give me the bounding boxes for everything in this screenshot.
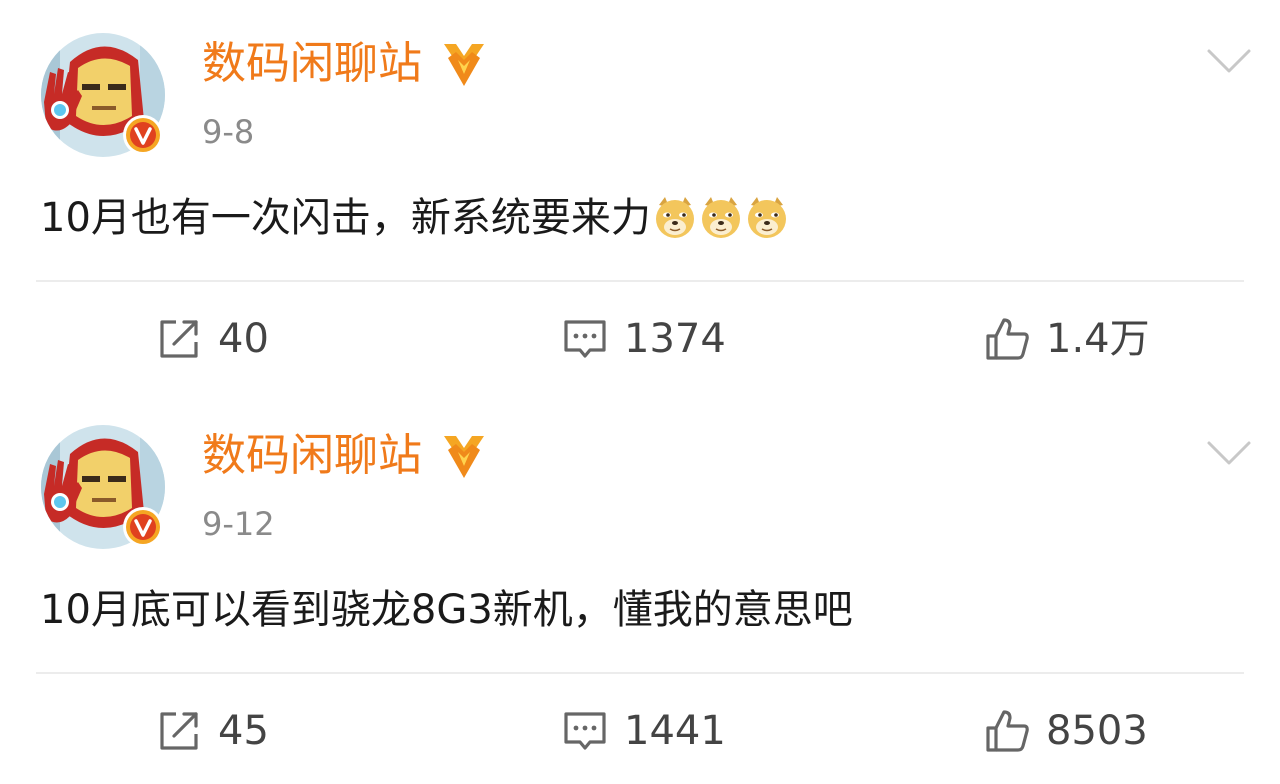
doge-emoji-icon bbox=[701, 197, 740, 238]
post-date: 9-12 bbox=[202, 505, 275, 543]
chevron-down-icon[interactable] bbox=[1206, 48, 1252, 76]
repost-button[interactable]: 40 bbox=[154, 314, 269, 364]
chevron-down-icon[interactable] bbox=[1206, 440, 1252, 468]
comment-count: 1441 bbox=[624, 708, 726, 754]
post-text: 10月也有一次闪击，新系统要来力 bbox=[40, 195, 651, 241]
repost-count: 45 bbox=[218, 708, 269, 754]
gold-medal-icon[interactable] bbox=[438, 40, 490, 88]
comment-icon bbox=[564, 712, 606, 750]
username[interactable]: 数码闲聊站 bbox=[202, 430, 422, 482]
verified-v-icon bbox=[123, 115, 163, 155]
gold-medal-icon[interactable] bbox=[438, 432, 490, 480]
repost-icon bbox=[160, 712, 198, 750]
comment-icon bbox=[564, 320, 606, 358]
repost-icon bbox=[160, 320, 198, 358]
divider bbox=[36, 672, 1244, 674]
doge-emoji-icon bbox=[747, 197, 786, 238]
post-date: 9-8 bbox=[202, 113, 255, 151]
like-button[interactable]: 8503 bbox=[982, 706, 1148, 756]
verified-v-icon bbox=[123, 507, 163, 547]
repost-count: 40 bbox=[218, 316, 269, 362]
post-content: 10月底可以看到骁龙8G3新机，懂我的意思吧 bbox=[40, 584, 853, 636]
feed-post: 数码闲聊站 9-8 10月也有一次闪击，新系统要来力 40 1374 1.4万 bbox=[0, 0, 1280, 392]
like-count: 1.4万 bbox=[1046, 316, 1150, 362]
doge-emoji-icon bbox=[655, 197, 694, 238]
comment-button[interactable]: 1374 bbox=[560, 314, 726, 364]
like-count: 8503 bbox=[1046, 708, 1148, 754]
thumbs-up-icon bbox=[986, 710, 1029, 752]
feed-post: 数码闲聊站 9-12 10月底可以看到骁龙8G3新机，懂我的意思吧 45 144… bbox=[0, 392, 1280, 784]
divider bbox=[36, 280, 1244, 282]
verified-badge bbox=[122, 114, 164, 156]
post-content: 10月也有一次闪击，新系统要来力 bbox=[40, 192, 791, 252]
comment-count: 1374 bbox=[624, 316, 726, 362]
username[interactable]: 数码闲聊站 bbox=[202, 38, 422, 90]
emoji-row bbox=[653, 195, 791, 252]
comment-button[interactable]: 1441 bbox=[560, 706, 726, 756]
post-text: 10月底可以看到骁龙8G3新机，懂我的意思吧 bbox=[40, 587, 853, 633]
repost-button[interactable]: 45 bbox=[154, 706, 269, 756]
verified-badge bbox=[122, 506, 164, 548]
like-button[interactable]: 1.4万 bbox=[982, 314, 1150, 364]
thumbs-up-icon bbox=[986, 318, 1029, 360]
